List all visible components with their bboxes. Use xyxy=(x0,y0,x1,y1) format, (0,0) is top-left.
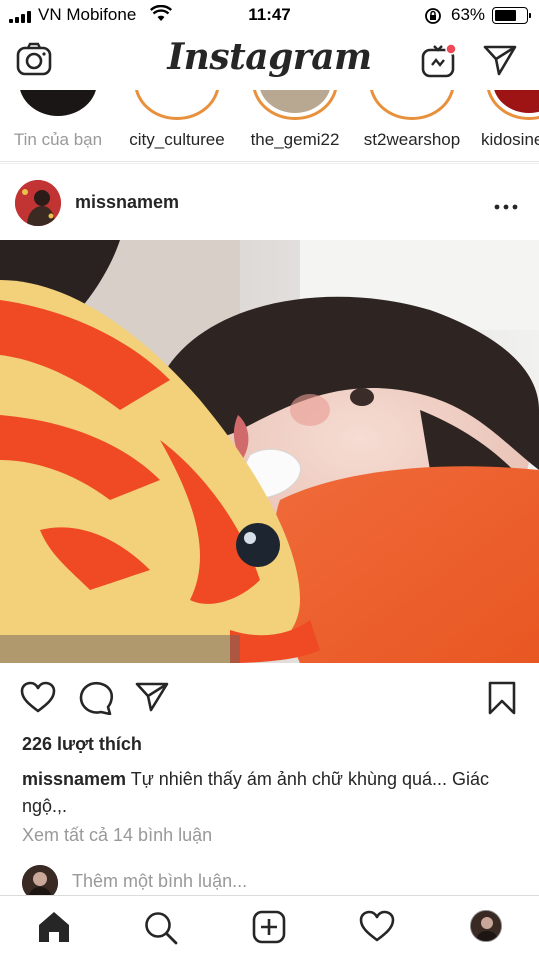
app-header: Instagram xyxy=(0,30,539,90)
post-header: missnamem xyxy=(0,163,539,240)
post-username[interactable]: missnamem xyxy=(75,192,179,213)
story-username: the_gemi22 xyxy=(250,130,340,149)
add-post-icon[interactable] xyxy=(229,896,309,961)
post-caption: missnamem Tự nhiên thấy ám ảnh chữ khùng… xyxy=(22,766,527,820)
status-bar: VN Mobifone 11:47 63% xyxy=(0,0,539,30)
search-icon[interactable] xyxy=(121,896,201,961)
igtv-icon[interactable] xyxy=(420,40,458,83)
battery-percent: 63% xyxy=(451,5,486,24)
profile-avatar[interactable] xyxy=(470,910,502,942)
view-all-comments-link[interactable]: Xem tất cả 14 bình luận xyxy=(22,825,212,846)
battery-icon xyxy=(492,7,531,24)
avatar xyxy=(22,865,58,896)
instagram-logo: Instagram xyxy=(167,36,372,78)
bookmark-icon[interactable] xyxy=(487,680,517,721)
paper-plane-icon[interactable] xyxy=(482,43,518,82)
activity-heart-icon[interactable] xyxy=(337,896,417,961)
story-username: Tin của bạn xyxy=(13,130,103,149)
rotation-lock-icon xyxy=(424,7,442,30)
like-heart-icon[interactable] xyxy=(20,681,56,718)
caption-username[interactable]: missnamem xyxy=(22,769,126,789)
post-photo[interactable] xyxy=(0,240,539,663)
stories-tray[interactable]: Tin của bạn city_culturee the_gemi22 st2… xyxy=(0,90,539,162)
avatar[interactable] xyxy=(15,180,61,226)
story-username: city_culturee xyxy=(129,130,225,149)
home-icon[interactable] xyxy=(14,896,94,961)
more-dots-icon[interactable] xyxy=(494,191,518,217)
comment-bubble-icon[interactable] xyxy=(78,681,114,720)
likes-count[interactable]: 226 lượt thích xyxy=(22,734,142,755)
story-username: st2wearshop xyxy=(363,130,461,149)
post-actions xyxy=(0,663,539,733)
comment-input[interactable]: Thêm một bình luận... xyxy=(72,871,247,892)
share-paper-plane-icon[interactable] xyxy=(134,681,170,718)
bottom-tab-bar xyxy=(0,895,539,960)
story-username: kidosine xyxy=(481,130,539,149)
add-comment-row[interactable]: Thêm một bình luận... xyxy=(0,862,539,896)
